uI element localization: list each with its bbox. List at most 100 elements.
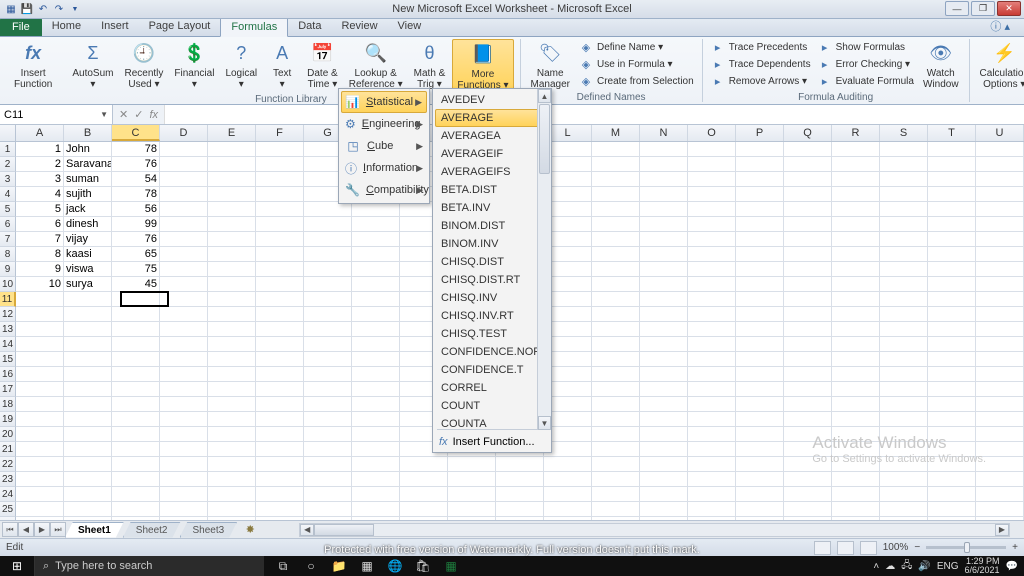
cell[interactable] — [160, 412, 208, 427]
row-header-8[interactable]: 8 — [0, 247, 16, 262]
cell[interactable] — [832, 397, 880, 412]
page-break-view-button[interactable] — [860, 541, 877, 555]
cell[interactable] — [880, 142, 928, 157]
cell[interactable] — [736, 472, 784, 487]
cell[interactable] — [400, 502, 448, 517]
cell[interactable] — [928, 247, 976, 262]
row-header-9[interactable]: 9 — [0, 262, 16, 277]
notifications-icon[interactable]: 💬 — [1006, 561, 1018, 572]
cell[interactable] — [640, 442, 688, 457]
cell[interactable] — [112, 487, 160, 502]
column-header-T[interactable]: T — [928, 125, 976, 141]
cell[interactable] — [160, 427, 208, 442]
row-header-19[interactable]: 19 — [0, 412, 16, 427]
cell[interactable] — [256, 142, 304, 157]
row-header-17[interactable]: 17 — [0, 382, 16, 397]
new-sheet-button[interactable]: ✸ — [241, 523, 259, 537]
minimize-button[interactable]: — — [945, 1, 969, 16]
cell[interactable] — [160, 457, 208, 472]
cell[interactable] — [880, 487, 928, 502]
cell[interactable] — [304, 352, 352, 367]
cell[interactable] — [736, 502, 784, 517]
cell[interactable] — [976, 367, 1024, 382]
cell[interactable] — [112, 442, 160, 457]
cell[interactable] — [160, 367, 208, 382]
cell[interactable] — [208, 352, 256, 367]
cell[interactable] — [208, 322, 256, 337]
define-name--button[interactable]: ◈Define Name ▾ — [577, 39, 696, 55]
cell[interactable] — [208, 262, 256, 277]
row-header-12[interactable]: 12 — [0, 307, 16, 322]
function-avedev[interactable]: AVEDEV — [435, 91, 549, 109]
cell[interactable] — [352, 232, 400, 247]
cell[interactable] — [304, 457, 352, 472]
cell[interactable] — [160, 322, 208, 337]
cell[interactable] — [160, 307, 208, 322]
page-layout-view-button[interactable] — [837, 541, 854, 555]
cell[interactable] — [880, 382, 928, 397]
column-header-U[interactable]: U — [976, 125, 1024, 141]
cell[interactable] — [160, 277, 208, 292]
cell[interactable] — [592, 457, 640, 472]
cell[interactable] — [976, 502, 1024, 517]
show-formulas-button[interactable]: ▸Show Formulas — [816, 39, 916, 55]
cell[interactable] — [304, 442, 352, 457]
cell[interactable] — [160, 337, 208, 352]
cell[interactable] — [784, 172, 832, 187]
create-from-selection-button[interactable]: ◈Create from Selection — [577, 73, 696, 89]
cell[interactable] — [880, 202, 928, 217]
cell[interactable] — [112, 427, 160, 442]
cell[interactable] — [640, 277, 688, 292]
cell[interactable] — [208, 277, 256, 292]
cell[interactable] — [208, 217, 256, 232]
cell[interactable] — [208, 157, 256, 172]
enter-formula-icon[interactable]: ✓ — [134, 108, 143, 121]
cell[interactable] — [160, 172, 208, 187]
cell[interactable] — [784, 157, 832, 172]
start-button[interactable]: ⊞ — [0, 556, 34, 576]
column-header-O[interactable]: O — [688, 125, 736, 141]
cell[interactable] — [928, 277, 976, 292]
cell[interactable] — [304, 367, 352, 382]
cell[interactable] — [688, 142, 736, 157]
financial-button[interactable]: 💲Financial ▾ — [170, 39, 218, 92]
cell[interactable] — [592, 247, 640, 262]
cell[interactable] — [64, 322, 112, 337]
cell[interactable] — [832, 187, 880, 202]
sheet-tab-sheet2[interactable]: Sheet2 — [123, 522, 181, 538]
cell[interactable] — [592, 442, 640, 457]
cell[interactable] — [784, 292, 832, 307]
row-header-21[interactable]: 21 — [0, 442, 16, 457]
cell[interactable] — [304, 427, 352, 442]
cell[interactable] — [832, 367, 880, 382]
math---button[interactable]: θMath & Trig ▾ — [410, 39, 450, 92]
cell[interactable] — [784, 322, 832, 337]
cell[interactable] — [688, 247, 736, 262]
lookup---button[interactable]: 🔍Lookup & Reference ▾ — [345, 39, 407, 92]
cell[interactable] — [16, 427, 64, 442]
ribbon-tab-review[interactable]: Review — [331, 17, 387, 36]
row-header-24[interactable]: 24 — [0, 487, 16, 502]
row-header-5[interactable]: 5 — [0, 202, 16, 217]
cell[interactable] — [304, 397, 352, 412]
cell[interactable] — [352, 412, 400, 427]
insert-function-button[interactable]: fx Insert Function — [10, 39, 56, 92]
cell[interactable] — [592, 202, 640, 217]
cell[interactable] — [112, 322, 160, 337]
cell[interactable] — [688, 397, 736, 412]
cell[interactable] — [112, 292, 160, 307]
cell[interactable] — [16, 397, 64, 412]
cell[interactable] — [16, 472, 64, 487]
cell[interactable] — [976, 397, 1024, 412]
cell[interactable] — [304, 307, 352, 322]
cell[interactable] — [832, 502, 880, 517]
cell[interactable] — [928, 337, 976, 352]
cell[interactable] — [256, 187, 304, 202]
cell[interactable] — [976, 337, 1024, 352]
more-button[interactable]: 📘More Functions ▾ — [452, 39, 513, 94]
cell[interactable]: 3 — [16, 172, 64, 187]
scroll-up-button[interactable]: ▲ — [538, 89, 551, 103]
cell[interactable] — [208, 412, 256, 427]
file-tab[interactable]: File — [0, 18, 42, 36]
cell[interactable] — [544, 457, 592, 472]
